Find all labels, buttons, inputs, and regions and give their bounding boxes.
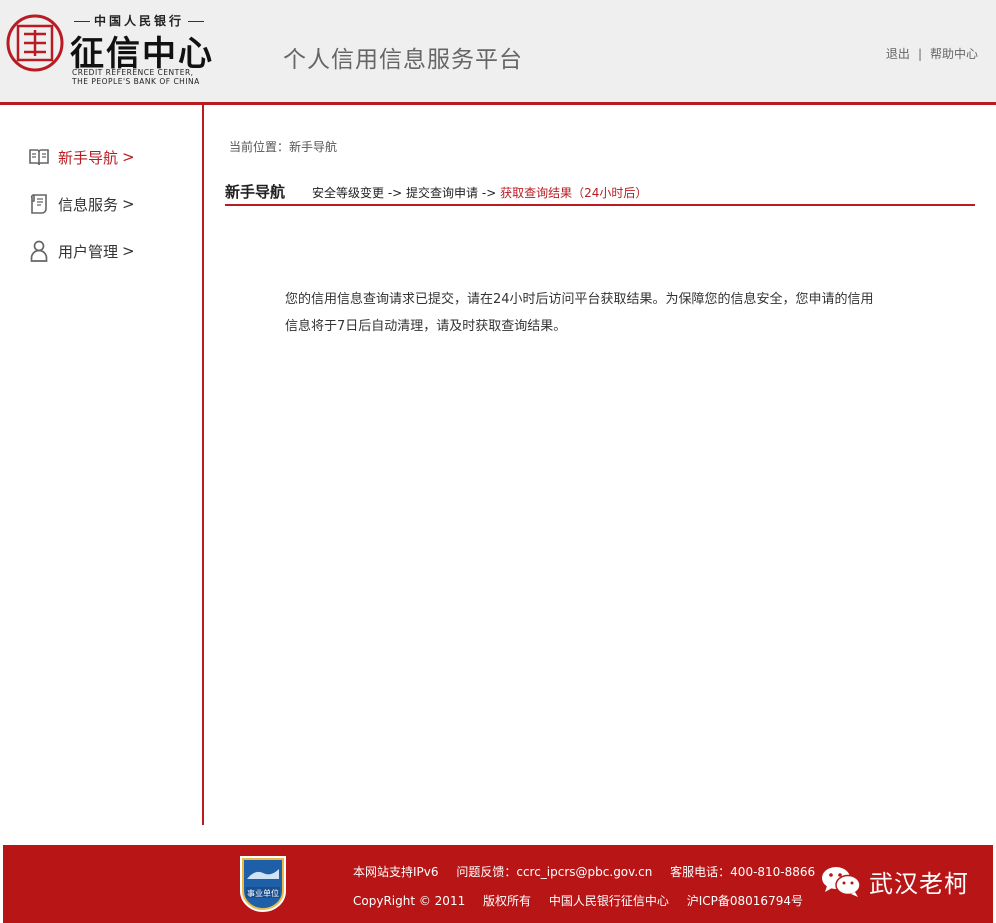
user-icon xyxy=(28,240,50,262)
step-get-result: 获取查询结果（24小时后） xyxy=(500,186,648,200)
copyright: CopyRight © 2011 xyxy=(353,894,466,908)
step-progress: 安全等级变更 -> 提交查询申请 -> 获取查询结果（24小时后） xyxy=(312,184,647,201)
logo-sub-text-2: THE PEOPLE'S BANK OF CHINA xyxy=(72,77,200,86)
link-separator: | xyxy=(917,47,922,61)
site-title: 个人信用信息服务平台 xyxy=(283,47,523,73)
section-header: 新手导航 安全等级变更 -> 提交查询申请 -> 获取查询结果（24小时后） xyxy=(225,176,975,206)
footer-line-1: 本网站支持IPv6 问题反馈：ccrc_ipcrs@pbc.gov.cn 客服电… xyxy=(353,863,829,880)
footer-line-2: CopyRight © 2011 版权所有 中国人民银行征信中心 沪ICP备08… xyxy=(353,892,817,909)
watermark: 武汉老柯 xyxy=(821,861,969,901)
feedback-email[interactable]: 问题反馈：ccrc_ipcrs@pbc.gov.cn xyxy=(456,865,652,879)
ipv6-note: 本网站支持IPv6 xyxy=(353,865,439,879)
help-center-link[interactable]: 帮助中心 xyxy=(930,47,978,61)
sidebar: 新手导航 > 信息服务 > 用户管理 > xyxy=(0,105,204,825)
sidebar-item-beginner-guide[interactable]: 新手导航 > xyxy=(28,145,135,169)
rights: 版权所有 xyxy=(483,894,532,908)
section-title: 新手导航 xyxy=(225,183,286,201)
wechat-icon xyxy=(822,867,861,897)
sidebar-item-info-services[interactable]: 信息服务 > xyxy=(28,192,135,216)
badge-text: 事业单位 xyxy=(247,888,279,898)
logo[interactable]: 中国人民银行 征信中心 CREDIT REFERENCE CENTER, THE… xyxy=(6,10,226,90)
step-submit-query: 提交查询申请 xyxy=(406,186,479,200)
notice-line-1: 您的信用信息查询请求已提交，请在24小时后访问平台获取结果。为保障您的信息安全，… xyxy=(285,292,874,307)
top-links: 退出 | 帮助中心 xyxy=(886,45,978,62)
chevron-right-icon: > xyxy=(122,148,135,166)
chevron-right-icon: > xyxy=(122,242,135,260)
step-security-level: 安全等级变更 xyxy=(312,186,385,200)
notice-line-2: 信息将于7日后自动清理，请及时获取查询结果。 xyxy=(285,319,567,334)
icp-number[interactable]: 沪ICP备08016794号 xyxy=(687,894,803,908)
public-institution-badge[interactable]: 事业单位 xyxy=(237,853,289,915)
logo-sub-text-1: CREDIT REFERENCE CENTER, xyxy=(72,68,194,77)
seal-icon xyxy=(6,14,64,72)
sidebar-item-label: 新手导航 xyxy=(58,148,119,167)
step-arrow: -> xyxy=(478,186,501,200)
header: 中国人民银行 征信中心 CREDIT REFERENCE CENTER, THE… xyxy=(0,0,996,105)
breadcrumb: 当前位置：新手导航 xyxy=(229,140,338,154)
step-arrow: -> xyxy=(384,186,407,200)
watermark-text: 武汉老柯 xyxy=(869,869,969,898)
sidebar-item-user-management[interactable]: 用户管理 > xyxy=(28,239,135,263)
chevron-right-icon: > xyxy=(122,195,135,213)
document-icon xyxy=(28,193,50,215)
hotline: 客服电话：400-810-8866 xyxy=(670,865,816,879)
notice-message: 您的信用信息查询请求已提交，请在24小时后访问平台获取结果。为保障您的信息安全，… xyxy=(285,286,935,340)
book-icon xyxy=(28,146,50,168)
organization: 中国人民银行征信中心 xyxy=(548,894,669,908)
footer: 事业单位 本网站支持IPv6 问题反馈：ccrc_ipcrs@pbc.gov.c… xyxy=(3,845,993,923)
sidebar-item-label: 用户管理 xyxy=(58,242,119,261)
sidebar-item-label: 信息服务 xyxy=(58,195,119,214)
logout-link[interactable]: 退出 xyxy=(886,47,910,61)
shield-icon: 事业单位 xyxy=(240,856,286,913)
